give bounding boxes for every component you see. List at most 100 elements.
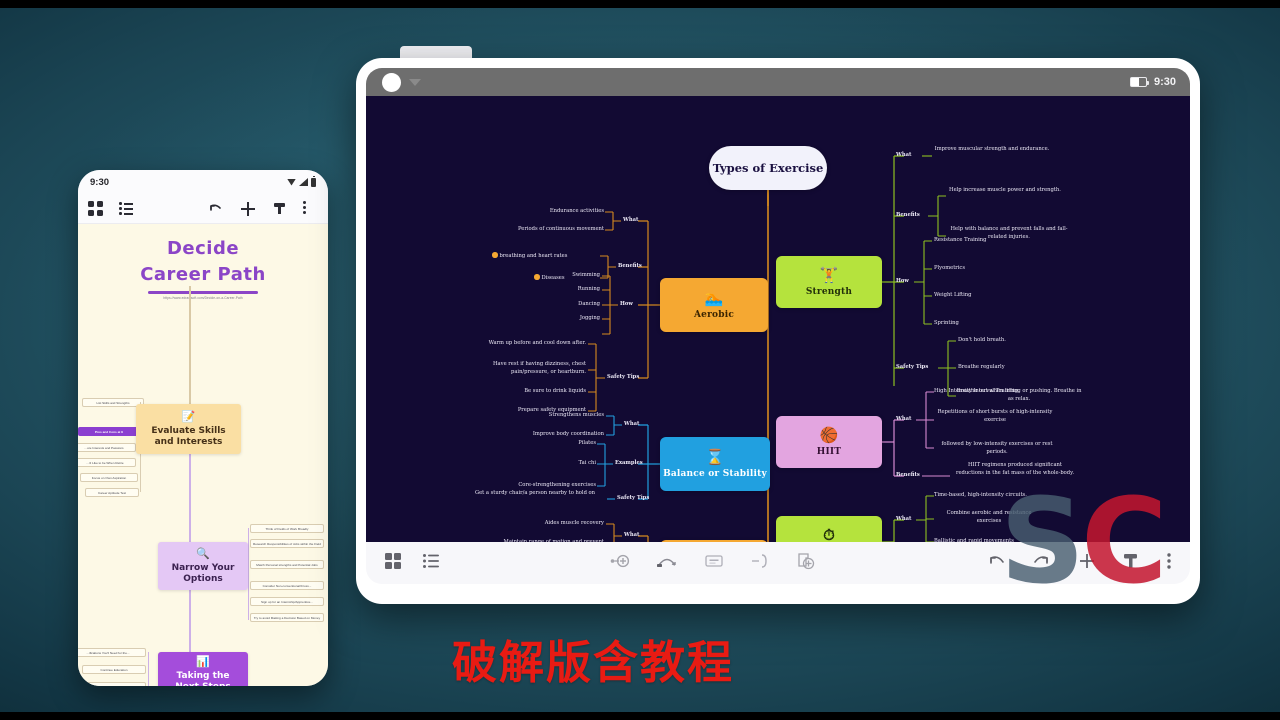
leaf-node[interactable]: breathing and heart rates xyxy=(492,252,567,261)
leaf-node[interactable]: Sprinting xyxy=(934,320,959,328)
list-item[interactable]: ...ifications You'll Need for the... xyxy=(78,648,146,658)
grid-view-icon[interactable] xyxy=(384,552,402,575)
leaf-node[interactable]: Be sure to drink liquids xyxy=(486,388,586,396)
leaf-node[interactable]: Warm up before and cool down after. xyxy=(464,340,586,348)
branch-label-safety[interactable]: Safety Tips xyxy=(607,374,639,382)
leaf-node[interactable]: Have rest if having dizziness, chest pai… xyxy=(464,361,586,376)
branch-label-how[interactable]: How xyxy=(620,301,633,309)
branch-label-how[interactable]: How xyxy=(896,278,909,286)
leaf-node[interactable]: Plyometrics xyxy=(934,265,965,273)
add-icon[interactable] xyxy=(1078,552,1096,575)
leaf-node[interactable]: Periods of continuous movement xyxy=(486,226,604,234)
branch-label-safety[interactable]: Safety Tips xyxy=(896,364,928,372)
redo-icon[interactable] xyxy=(1032,553,1052,574)
leaf-node[interactable]: Resistance Training xyxy=(934,237,986,245)
topic-node-boot-camp[interactable]: ⏱ Boot Camp xyxy=(776,516,882,542)
theme-icon[interactable] xyxy=(1122,552,1140,575)
phone-node-evaluate-skills[interactable]: 📝 Evaluate Skills and Interests xyxy=(136,404,241,454)
leaf-node[interactable]: Improve muscular strength and endurance. xyxy=(934,146,1050,154)
list-item[interactable]: Continue Education xyxy=(82,665,146,675)
outline-view-icon[interactable] xyxy=(422,552,440,575)
leaf-node[interactable]: Get a sturdy chair/a person nearby to ho… xyxy=(470,490,600,498)
insert-node-icon[interactable] xyxy=(610,553,630,574)
branch-label-safety[interactable]: Safety Tips xyxy=(617,495,649,503)
phone-branch3-connector xyxy=(148,652,149,686)
branch-label-what[interactable]: What xyxy=(896,516,911,524)
leaf-node[interactable]: Help increase muscle power and strength. xyxy=(948,187,1062,195)
insert-image-icon[interactable] xyxy=(796,552,816,575)
list-item[interactable]: Match Personal strengths and Potential J… xyxy=(250,560,324,570)
leaf-node[interactable]: Don't hold breath. xyxy=(958,337,1006,345)
leaf-node[interactable]: Repetitions of short bursts of high-inte… xyxy=(936,409,1054,424)
leaf-node[interactable]: Tai chi xyxy=(538,460,596,468)
list-item[interactable]: Consider Non-conventional/Cross... xyxy=(250,581,324,591)
phone-title-line2: Career Path xyxy=(140,264,266,286)
tablet-mindmap-canvas[interactable]: Types of Exercise 🏊 Aerobic 🏋 Strength ⌛… xyxy=(366,96,1190,542)
leaf-node[interactable]: followed by low-intensity exercises or r… xyxy=(936,441,1058,456)
toolbar-right-group xyxy=(986,552,1172,575)
add-icon[interactable] xyxy=(240,201,256,217)
leaf-node[interactable]: Maintain range of motion and prevent inj… xyxy=(494,539,604,542)
leaf-node[interactable]: Combine aerobic and resistance exercises xyxy=(934,510,1044,525)
theme-icon[interactable] xyxy=(272,201,287,216)
leaf-node[interactable]: High Intensity Interval Training. xyxy=(934,388,1020,396)
root-node[interactable]: Types of Exercise xyxy=(709,146,827,190)
phone-node-next-steps[interactable]: 📊 Taking the Next Steps xyxy=(158,652,248,686)
list-item[interactable]: ...'d Like to be When Retire xyxy=(78,458,136,468)
topic-node-balance[interactable]: ⌛ Balance or Stability xyxy=(660,437,770,491)
camera-icon xyxy=(382,72,401,92)
relationship-icon[interactable] xyxy=(656,553,678,574)
list-item[interactable]: Try to avoid Making a Decision Based on … xyxy=(250,613,324,623)
topic-node-hiit[interactable]: 🏀 HIIT xyxy=(776,416,882,468)
list-item[interactable]: Think of Fields of Work Broadly xyxy=(250,524,324,534)
leaf-node[interactable]: Dancing xyxy=(552,301,600,309)
list-item[interactable]: Pros and Cons at It xyxy=(78,427,140,437)
list-item[interactable]: ...ure Interests and Passions xyxy=(78,443,136,453)
leaf-node[interactable]: Time-based, high-intensity circuits. xyxy=(934,492,1027,500)
phone-node-narrow-options[interactable]: 🔍 Narrow Your Options xyxy=(158,542,248,590)
branch-label-what[interactable]: What xyxy=(896,416,911,424)
chevron-down-icon[interactable] xyxy=(409,78,421,86)
more-icon[interactable] xyxy=(1166,552,1172,575)
branch-label-benefits[interactable]: Benefits xyxy=(896,472,920,480)
branch-label-what[interactable]: What xyxy=(896,152,911,160)
outline-view-icon[interactable] xyxy=(119,201,134,216)
boundary-icon[interactable] xyxy=(750,553,770,574)
leaf-node[interactable]: Aides muscle recovery xyxy=(516,520,604,528)
leaf-node[interactable]: Weight Lifting xyxy=(934,292,971,300)
more-icon[interactable] xyxy=(303,201,318,216)
leaf-node[interactable]: Pilates xyxy=(538,440,596,448)
branch-label-what[interactable]: What xyxy=(624,421,639,429)
branch-label-examples[interactable]: Examples xyxy=(615,460,643,468)
leaf-node[interactable]: Core-strengthening exercises xyxy=(490,482,596,490)
topic-node-flexibility[interactable]: 🧬 Flexibility xyxy=(660,540,768,542)
grid-view-icon[interactable] xyxy=(88,201,103,216)
toolbar-center-group xyxy=(610,552,816,575)
leaf-node[interactable]: Ballistic and rapid movements xyxy=(934,538,1014,542)
leaf-node[interactable]: Swimming xyxy=(552,272,600,280)
leaf-node[interactable]: Improve body coordination xyxy=(506,431,604,439)
leaf-node[interactable]: Endurance activities xyxy=(506,208,604,216)
summary-icon[interactable] xyxy=(704,553,724,574)
leaf-node[interactable]: Jogging xyxy=(552,315,600,323)
branch-label-what[interactable]: What xyxy=(624,532,639,540)
topic-node-aerobic[interactable]: 🏊 Aerobic xyxy=(660,278,768,332)
topic-node-strength[interactable]: 🏋 Strength xyxy=(776,256,882,308)
leaf-node[interactable]: Strengthens muscles xyxy=(526,412,604,420)
leaf-node[interactable]: Breathe regularly xyxy=(958,364,1005,372)
list-item[interactable]: List Skills and Strengths xyxy=(82,398,144,408)
list-item[interactable]: Focus on Own Aspiration xyxy=(80,473,138,483)
phone-mindmap-canvas[interactable]: Decide Career Path https://www.edrawsoft… xyxy=(78,224,328,686)
list-item[interactable]: ...ou Think Would be a Good Fit xyxy=(78,682,146,686)
root-node-label: Types of Exercise xyxy=(712,160,824,175)
undo-icon[interactable] xyxy=(208,202,224,215)
branch-label-benefits[interactable]: Benefits xyxy=(896,212,920,220)
leaf-node[interactable]: Running xyxy=(552,286,600,294)
branch-label-what[interactable]: What xyxy=(623,217,638,225)
list-item[interactable]: Sign up for an Internship/Apprentice... xyxy=(250,597,324,607)
undo-icon[interactable] xyxy=(986,553,1006,574)
leaf-node[interactable]: HIIT regimens produced significant reduc… xyxy=(954,462,1076,477)
branch-label-benefits[interactable]: Benefits xyxy=(618,263,642,271)
list-item[interactable]: Research Responsibilities of Jobs within… xyxy=(250,539,324,549)
list-item[interactable]: Career Aptitude Test xyxy=(85,488,139,498)
